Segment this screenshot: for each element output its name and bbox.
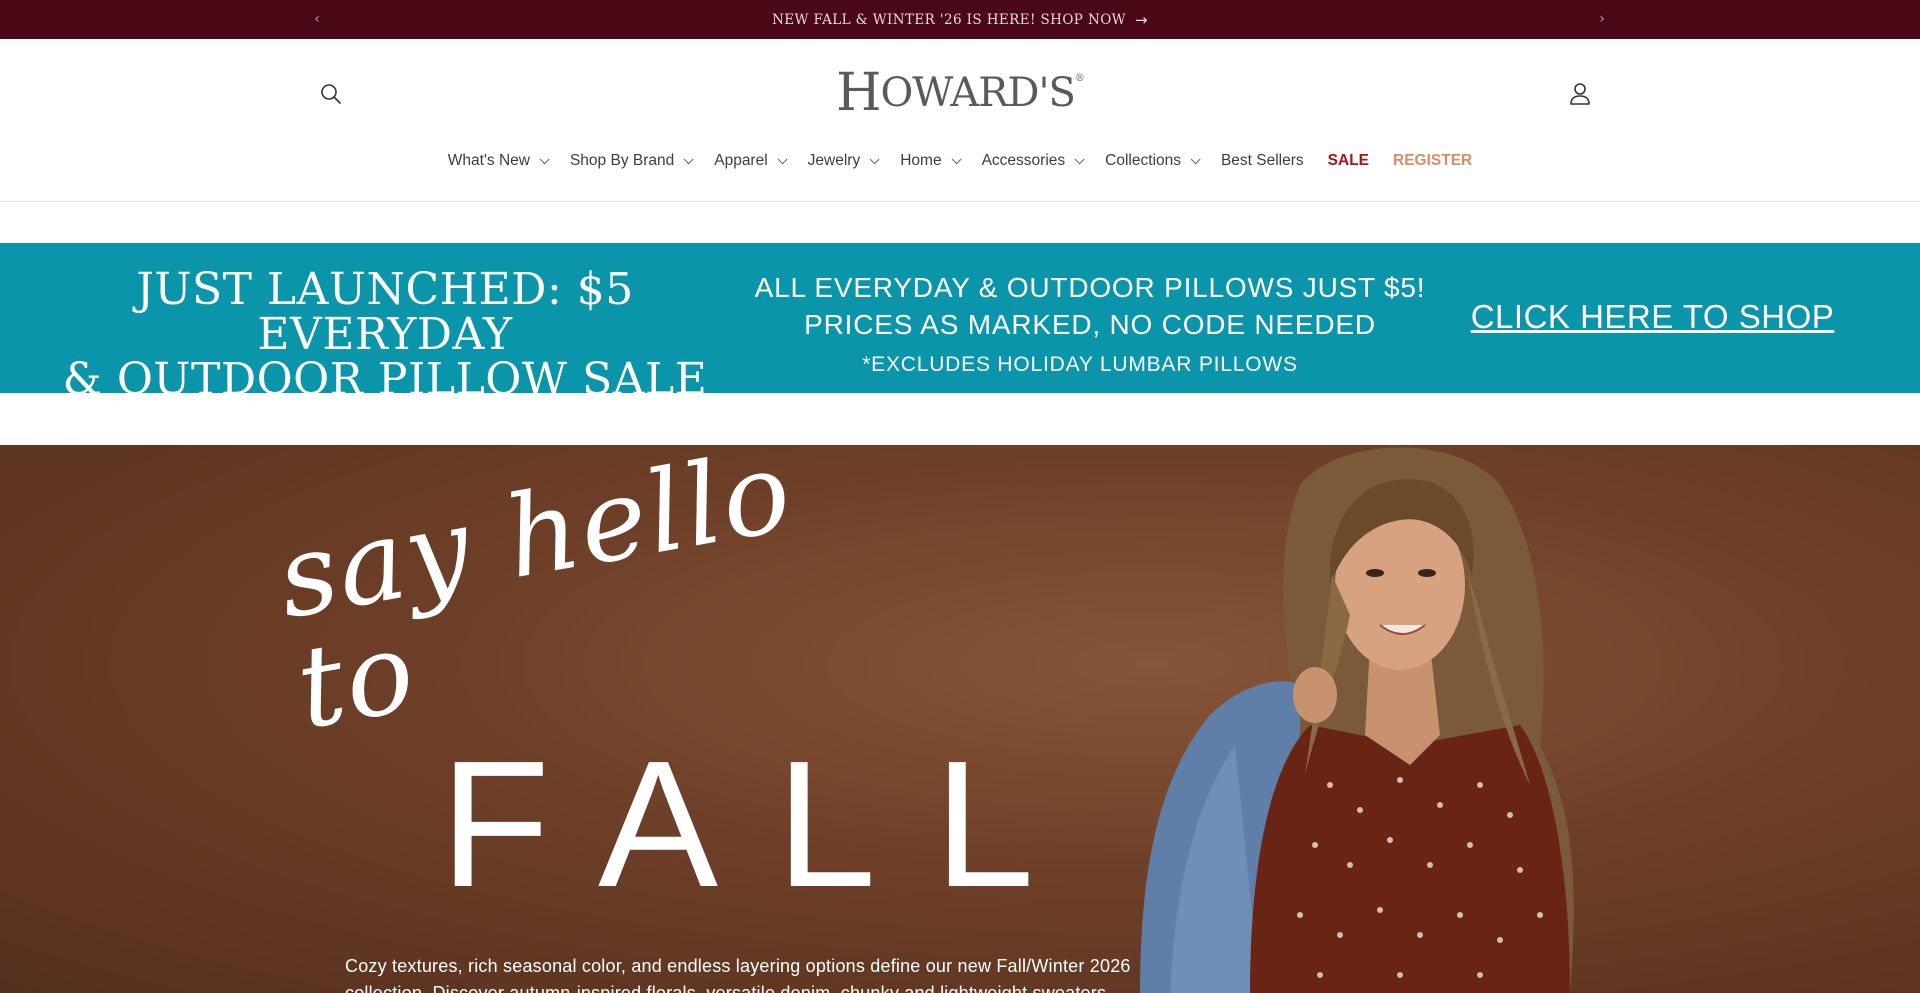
site-logo[interactable]: H OWARD ' S ®	[836, 65, 1085, 121]
nav-item-jewelry[interactable]: Jewelry	[807, 152, 880, 170]
announcement-link[interactable]: NEW FALL & WINTER '26 IS HERE! SHOP NOW …	[0, 0, 1920, 39]
chevron-down-icon	[869, 153, 880, 164]
chevron-down-icon	[1074, 153, 1085, 164]
chevron-down-icon	[951, 153, 962, 164]
chevron-down-icon	[683, 153, 694, 164]
site-header: H OWARD ' S ® What's New Shop By Brand A…	[0, 39, 1920, 202]
chevron-down-icon	[1190, 153, 1201, 164]
nav-item-apparel[interactable]: Apparel	[714, 152, 788, 170]
search-icon	[321, 84, 341, 104]
promo-exclusion-note: *EXCLUDES HOLIDAY LUMBAR PILLOWS	[862, 353, 1298, 376]
hero-title: FALL	[440, 724, 1093, 925]
nav-item-sale[interactable]: SALE	[1328, 152, 1369, 170]
nav-item-label: Shop By Brand	[569, 152, 675, 169]
logo-apostrophe: '	[1038, 70, 1049, 116]
logo-initial: H	[836, 63, 881, 123]
announcement-bar: ‹ NEW FALL & WINTER '26 IS HERE! SHOP NO…	[0, 0, 1920, 39]
nav-item-label: Accessories	[981, 152, 1066, 169]
promo-details: ALL EVERYDAY & OUTDOOR PILLOWS JUST $5! …	[745, 269, 1435, 343]
logo-registered-mark: ®	[1074, 73, 1085, 84]
model-photo	[1140, 447, 1574, 993]
nav-item-whats-new[interactable]: What's New	[447, 152, 550, 170]
announcement-next-button[interactable]: ›	[1592, 9, 1612, 29]
promo-details-line1: ALL EVERYDAY & OUTDOOR PILLOWS JUST $5!	[754, 272, 1426, 303]
arrow-right-icon: →	[1134, 10, 1148, 29]
hero-banner[interactable]: say hello to FALL Cozy textures, rich se…	[0, 445, 1920, 993]
logo-last: S	[1048, 70, 1075, 116]
account-button[interactable]	[1566, 80, 1594, 108]
chevron-down-icon	[539, 153, 550, 164]
nav-item-collections[interactable]: Collections	[1105, 152, 1201, 170]
nav-item-label: Apparel	[714, 152, 768, 169]
shop-now-link[interactable]: CLICK HERE TO SHOP	[1470, 298, 1835, 336]
nav-item-label: Best Sellers	[1220, 152, 1304, 169]
nav-item-best-sellers[interactable]: Best Sellers	[1221, 152, 1304, 170]
nav-item-label: REGISTER	[1393, 152, 1473, 169]
nav-item-label: What's New	[447, 152, 530, 169]
promo-headline: JUST LAUNCHED: $5 EVERYDAY & OUTDOOR PIL…	[20, 267, 750, 402]
nav-item-label: SALE	[1327, 152, 1369, 169]
promo-headline-line2: & OUTDOOR PILLOW SALE	[62, 354, 708, 405]
nav-item-shop-by-brand[interactable]: Shop By Brand	[569, 152, 694, 170]
nav-item-label: Collections	[1105, 152, 1181, 169]
main-nav: What's New Shop By Brand Apparel Jewelry…	[0, 148, 1920, 174]
search-button[interactable]	[318, 81, 344, 107]
chevron-down-icon	[777, 153, 788, 164]
hero-description: Cozy textures, rich seasonal color, and …	[345, 956, 1131, 993]
logo-middle: OWARD	[880, 70, 1039, 116]
promo-details-line2: PRICES AS MARKED, NO CODE NEEDED	[804, 309, 1376, 340]
nav-item-accessories[interactable]: Accessories	[981, 152, 1085, 170]
pillow-sale-banner[interactable]: JUST LAUNCHED: $5 EVERYDAY & OUTDOOR PIL…	[0, 243, 1920, 402]
hero-script-text: say hello to	[268, 445, 802, 755]
promo-headline-line1: JUST LAUNCHED: $5 EVERYDAY	[136, 264, 634, 360]
nav-item-home[interactable]: Home	[900, 152, 962, 170]
announcement-text: NEW FALL & WINTER '26 IS HERE! SHOP NOW	[772, 11, 1126, 28]
nav-item-label: Home	[900, 152, 942, 169]
nav-item-label: Jewelry	[807, 152, 861, 169]
account-icon	[1570, 83, 1590, 105]
nav-item-register[interactable]: REGISTER	[1393, 152, 1472, 170]
